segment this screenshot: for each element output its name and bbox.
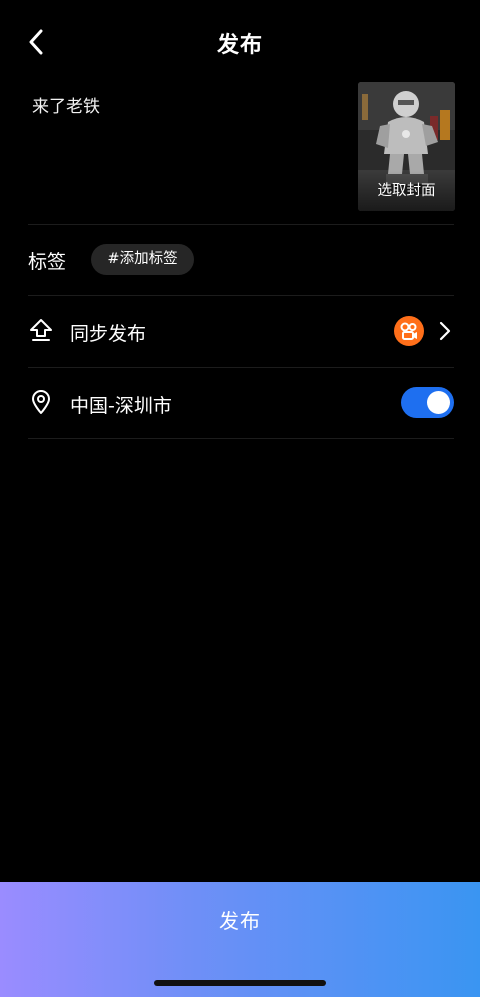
page-title: 发布 [216, 33, 263, 58]
publish-label: 发布 [219, 909, 261, 933]
location-label: 中国-深圳市 [70, 395, 172, 417]
share-up-icon [30, 319, 52, 341]
toggle-knob [427, 391, 450, 414]
header: 发布 [0, 0, 480, 84]
home-indicator [154, 980, 326, 986]
divider [28, 438, 454, 439]
location-toggle[interactable] [401, 387, 454, 418]
caption-input[interactable]: 来了老铁 [32, 92, 100, 117]
kuaishou-icon [394, 316, 424, 346]
add-tag-button[interactable]: #添加标签 [91, 244, 194, 275]
location-pin-icon [32, 390, 50, 414]
divider [28, 367, 454, 368]
divider [28, 295, 454, 296]
cover-label: 选取封面 [358, 171, 455, 211]
publish-button[interactable]: 发布 [0, 882, 480, 997]
cover-picker[interactable]: 选取封面 [358, 82, 455, 211]
tags-label: 标签 [28, 251, 67, 273]
sync-publish-row[interactable]: 同步发布 [28, 301, 454, 361]
divider [28, 224, 454, 225]
location-row[interactable]: 中国-深圳市 [28, 373, 454, 433]
sync-publish-label: 同步发布 [70, 323, 147, 345]
chevron-right-icon [439, 321, 451, 341]
